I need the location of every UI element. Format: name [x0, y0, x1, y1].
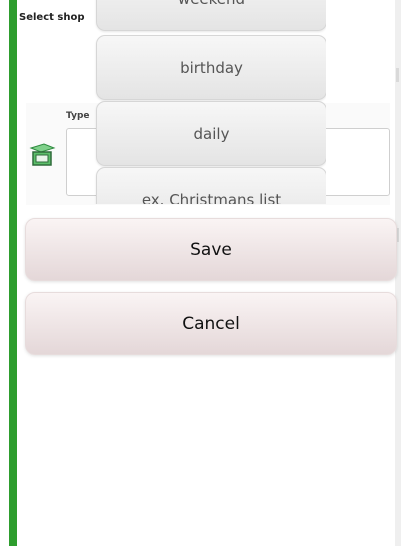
left-accent-bar: [9, 0, 17, 546]
dropdown-option-daily[interactable]: daily: [96, 101, 326, 166]
type-label: Type: [66, 111, 90, 121]
save-button[interactable]: Save: [25, 218, 397, 281]
shop-dropdown-list[interactable]: weekend birthday daily ex. Christmans li…: [94, 0, 326, 204]
scrollbar-mark: [396, 68, 399, 82]
shopping-list-icon: [29, 143, 56, 166]
dropdown-option-christmas-list[interactable]: ex. Christmans list: [96, 167, 326, 204]
cancel-button[interactable]: Cancel: [25, 292, 397, 355]
dropdown-option-birthday[interactable]: birthday: [96, 35, 326, 100]
dropdown-option-weekend[interactable]: weekend: [96, 0, 326, 31]
select-shop-label: Select shop: [19, 12, 85, 23]
